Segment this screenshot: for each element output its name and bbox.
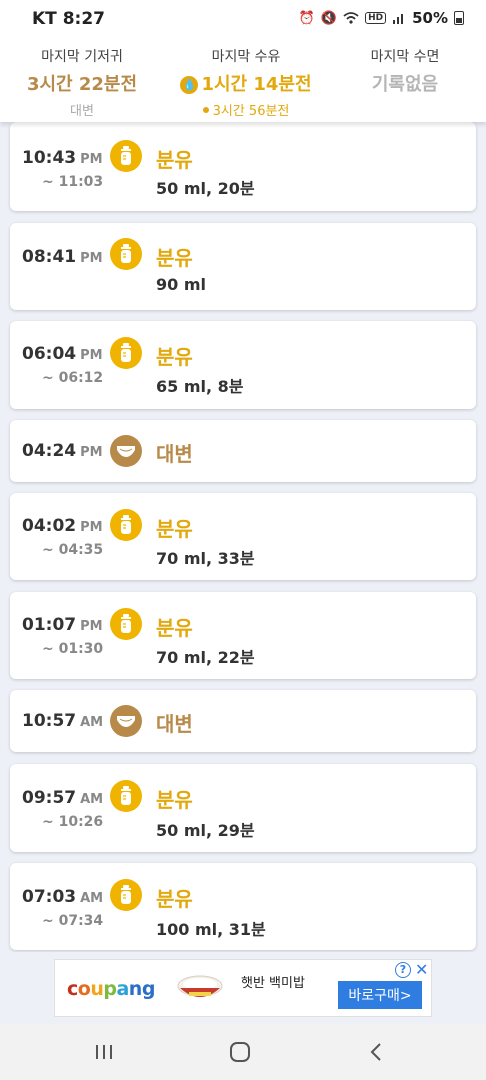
- signal-icon: [393, 14, 404, 24]
- feed-dot-icon: [202, 107, 209, 113]
- bottle-icon: [110, 509, 142, 541]
- record-ampm: PM: [80, 619, 103, 634]
- record-ampm: PM: [80, 251, 103, 266]
- record-time: 01:07: [22, 615, 77, 635]
- record-time: 04:24: [22, 441, 77, 461]
- record-card[interactable]: 09:57 AM ~ 10:26 분유 50 ml, 29분: [10, 764, 476, 852]
- record-detail: 70 ml, 33분: [156, 549, 255, 568]
- record-card[interactable]: 10:43 PM ~ 11:03 분유 50 ml, 20분: [10, 122, 476, 211]
- record-time: 08:41: [22, 247, 77, 267]
- battery-percent: 50%: [412, 9, 448, 27]
- mute-icon: 🔇: [320, 10, 338, 26]
- record-card[interactable]: 10:57 AM 대변: [10, 690, 476, 752]
- coupang-logo: coupang: [67, 978, 155, 1000]
- diaper-icon: [110, 435, 142, 467]
- record-end-time: ~ 04:35: [42, 542, 104, 558]
- home-button[interactable]: [220, 1038, 260, 1066]
- record-ampm: PM: [80, 520, 103, 535]
- last-sleep-value: 기록없음: [371, 74, 439, 95]
- record-detail: 70 ml, 22분: [156, 648, 255, 667]
- feed-drop-icon: 💧: [180, 76, 199, 94]
- record-time: 10:57: [22, 711, 77, 731]
- record-detail: 90 ml: [156, 275, 206, 294]
- record-end-time: ~ 01:30: [42, 641, 104, 657]
- wifi-icon: [343, 12, 359, 24]
- record-detail: 100 ml, 31분: [156, 920, 266, 939]
- record-type: 분유: [156, 788, 193, 812]
- record-card[interactable]: 04:02 PM ~ 04:35 분유 70 ml, 33분: [10, 493, 476, 580]
- record-time: 04:02: [22, 516, 77, 536]
- record-detail: 65 ml, 8분: [156, 377, 244, 396]
- bottle-icon: [110, 140, 142, 172]
- home-icon: [230, 1042, 250, 1062]
- last-diaper-label: 마지막 기저귀: [41, 49, 123, 65]
- record-type: 대변: [156, 442, 193, 466]
- record-ampm: PM: [80, 445, 103, 460]
- record-card[interactable]: 08:41 PM 분유 90 ml: [10, 223, 476, 310]
- record-card[interactable]: 04:24 PM 대변: [10, 420, 476, 482]
- alarm-icon: ⏰: [298, 10, 315, 26]
- record-ampm: PM: [80, 152, 103, 167]
- record-time: 09:57: [22, 788, 77, 808]
- back-icon: [370, 1043, 381, 1061]
- last-sleep-summary[interactable]: 마지막 수면 기록없음: [340, 46, 470, 96]
- record-type: 분유: [156, 345, 193, 369]
- hd-icon: HD: [365, 12, 387, 24]
- ad-info-icon[interactable]: ?: [395, 962, 411, 978]
- recent-apps-button[interactable]: [84, 1038, 124, 1066]
- status-carrier-time: KT 8:27: [32, 9, 105, 29]
- record-ampm: PM: [80, 348, 103, 363]
- last-diaper-summary[interactable]: 마지막 기저귀 3시간 22분전 대변: [12, 46, 152, 119]
- battery-icon: [454, 11, 464, 25]
- system-nav-bar: [0, 1024, 486, 1080]
- record-detail: 50 ml, 20분: [156, 179, 255, 198]
- record-end-time: ~ 06:12: [42, 370, 104, 386]
- bottle-icon: [110, 608, 142, 640]
- record-ampm: AM: [80, 715, 104, 730]
- recent-apps-icon: [96, 1045, 112, 1059]
- record-list[interactable]: 10:43 PM ~ 11:03 분유 50 ml, 20분 08:41 PM 분유…: [0, 122, 486, 952]
- bottle-icon: [110, 879, 142, 911]
- last-feed-sub: 3시간 56분전: [212, 104, 290, 119]
- status-bar: KT 8:27 ⏰ 🔇 HD 50%: [0, 0, 486, 38]
- record-time: 07:03: [22, 887, 77, 907]
- record-type: 분유: [156, 616, 193, 640]
- record-detail: 50 ml, 29분: [156, 821, 255, 840]
- record-time: 10:43: [22, 148, 77, 168]
- buy-now-button[interactable]: 바로구매>: [338, 981, 422, 1009]
- last-feed-value: 1시간 14분전: [201, 74, 312, 95]
- ad-banner[interactable]: coupang 햇반 백미밥 바로구매> ? ✕: [54, 959, 432, 1017]
- diaper-icon: [110, 705, 142, 737]
- last-diaper-value: 3시간 22분전: [26, 74, 138, 95]
- back-button[interactable]: [356, 1038, 396, 1066]
- bottle-icon: [110, 780, 142, 812]
- record-type: 분유: [156, 246, 193, 270]
- record-type: 분유: [156, 517, 193, 541]
- record-type: 대변: [156, 712, 193, 736]
- record-ampm: AM: [80, 792, 104, 807]
- ad-area: coupang 햇반 백미밥 바로구매> ? ✕: [0, 952, 486, 1024]
- summary-header: 마지막 기저귀 3시간 22분전 대변 마지막 수유 💧 1시간 14분전 3시간…: [0, 38, 486, 122]
- last-diaper-type: 대변: [70, 104, 94, 119]
- record-card[interactable]: 07:03 AM ~ 07:34 분유 100 ml, 31분: [10, 863, 476, 950]
- record-ampm: AM: [80, 891, 104, 906]
- record-time: 06:04: [22, 344, 77, 364]
- last-feed-label: 마지막 수유: [211, 49, 281, 65]
- ad-product-text: 햇반 백미밥: [241, 976, 305, 991]
- record-type: 분유: [156, 148, 193, 172]
- bottle-icon: [110, 337, 142, 369]
- ad-close-icon[interactable]: ✕: [415, 960, 428, 979]
- rice-bowl-image: [177, 975, 223, 997]
- record-card[interactable]: 01:07 PM ~ 01:30 분유 70 ml, 22분: [10, 592, 476, 679]
- last-sleep-label: 마지막 수면: [370, 49, 440, 65]
- record-end-time: ~ 07:34: [42, 913, 104, 929]
- record-end-time: ~ 11:03: [42, 174, 104, 190]
- record-card[interactable]: 06:04 PM ~ 06:12 분유 65 ml, 8분: [10, 321, 476, 409]
- bottle-icon: [110, 238, 142, 270]
- record-end-time: ~ 10:26: [42, 814, 104, 830]
- status-icons: ⏰ 🔇 HD 50%: [299, 9, 464, 27]
- last-feed-summary[interactable]: 마지막 수유 💧 1시간 14분전 3시간 56분전: [166, 46, 326, 119]
- record-type: 분유: [156, 887, 193, 911]
